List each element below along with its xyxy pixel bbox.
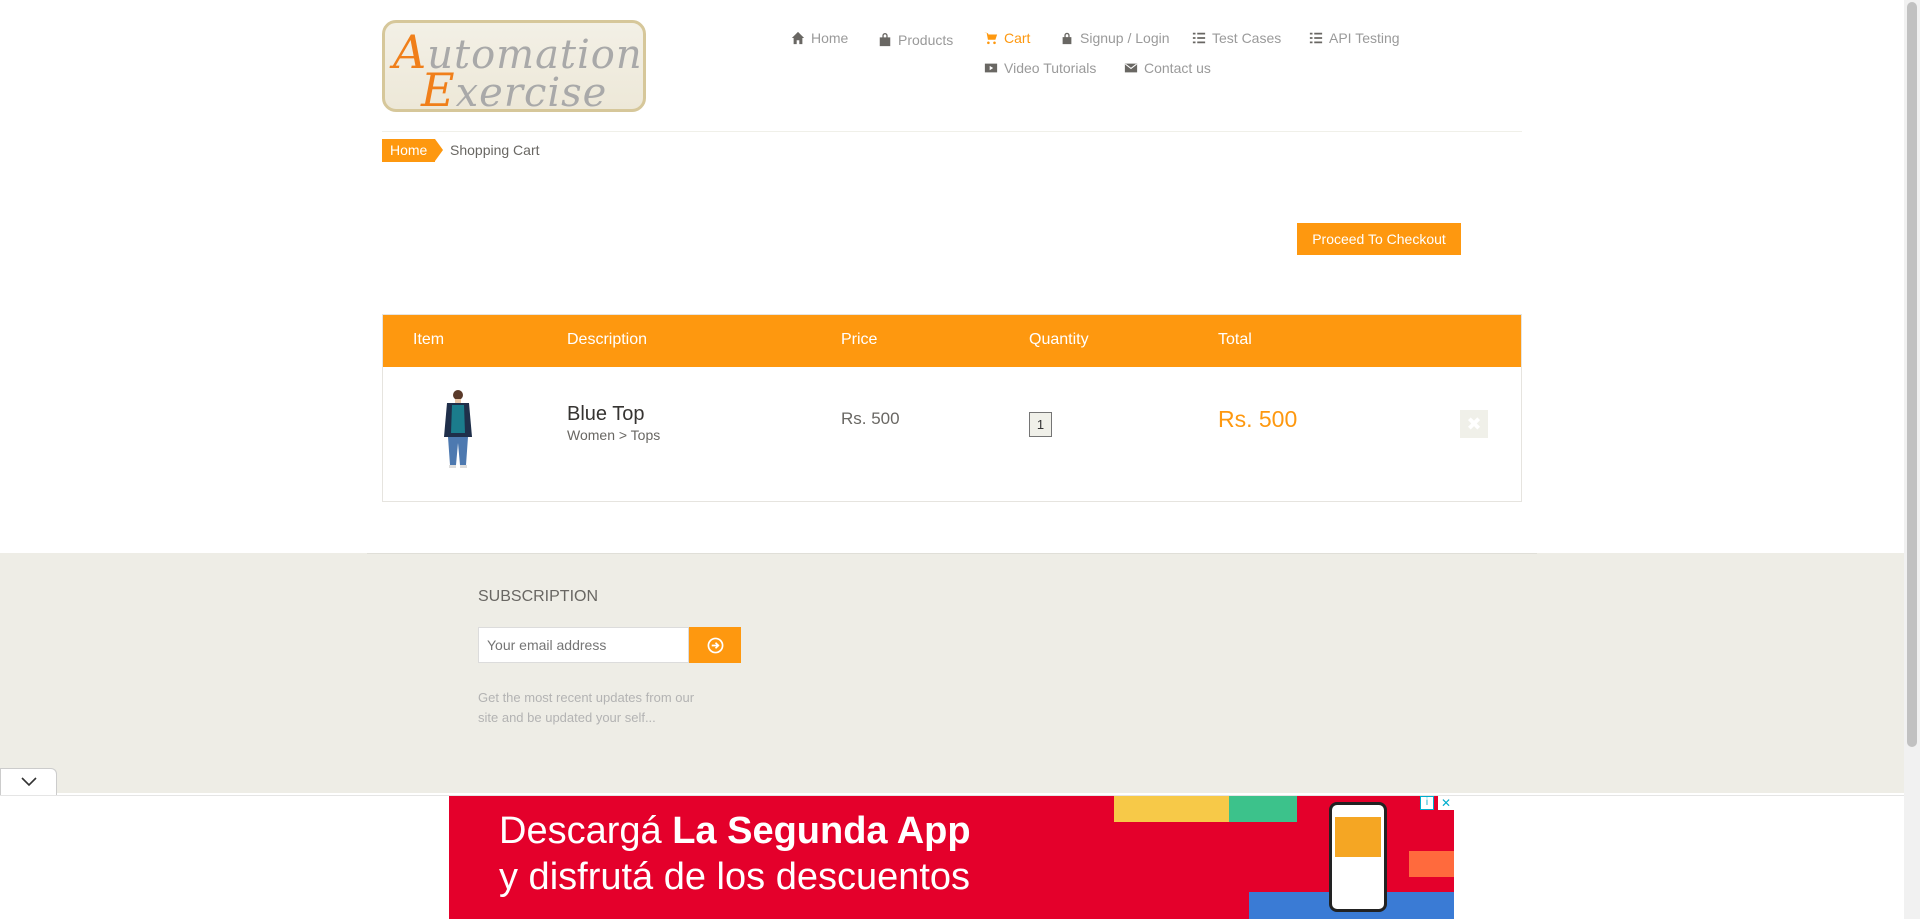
product-name[interactable]: Blue Top <box>567 403 644 426</box>
nav-signup-login[interactable]: Signup / Login <box>1060 30 1170 46</box>
ad-headline: Descargá La Segunda App <box>499 810 971 853</box>
nav-video-tutorials-label: Video Tutorials <box>1004 60 1097 76</box>
page: Automation Exercise Home Products Cart S… <box>0 0 1920 919</box>
ad-decor-green <box>1229 796 1297 822</box>
nav-test-cases-label: Test Cases <box>1212 30 1282 46</box>
breadcrumb-home[interactable]: Home <box>382 139 444 162</box>
header-item: Item <box>413 331 445 348</box>
youtube-icon <box>984 63 998 73</box>
close-icon: ✖ <box>1466 414 1482 434</box>
product-quantity: 1 <box>1029 412 1052 437</box>
envelope-icon <box>1124 63 1138 73</box>
nav-contact-us[interactable]: Contact us <box>1124 60 1211 76</box>
cart-icon <box>984 32 998 45</box>
nav-cart-label: Cart <box>1004 30 1031 46</box>
nav-api-testing-label: API Testing <box>1329 30 1400 46</box>
home-icon <box>791 31 805 45</box>
site-logo[interactable]: Automation Exercise <box>382 20 646 117</box>
product-image[interactable] <box>438 387 478 469</box>
nav-cart[interactable]: Cart <box>984 30 1030 46</box>
product-category: Women > Tops <box>567 427 661 443</box>
nav-contact-us-label: Contact us <box>1144 60 1211 76</box>
nav-products[interactable]: Products <box>878 32 953 48</box>
ad-decor-yellow <box>1114 796 1229 822</box>
ad-headline-prefix: Descargá <box>499 810 673 852</box>
arrow-circle-right-icon <box>707 637 723 653</box>
cart-table-header: Item Description Price Quantity Total <box>383 315 1521 367</box>
proceed-to-checkout-button[interactable]: Proceed To Checkout <box>1297 223 1461 255</box>
cart-table: Item Description Price Quantity Total Bl… <box>382 314 1522 502</box>
list-icon <box>1309 32 1323 44</box>
subscribe-button[interactable] <box>689 627 741 663</box>
subscription-text: Get the most recent updates from our sit… <box>478 690 695 725</box>
ad-headline-bold: La Segunda App <box>672 810 971 852</box>
header-quantity: Quantity <box>1029 331 1089 348</box>
header-total: Total <box>1218 331 1252 348</box>
header-price: Price <box>841 331 878 348</box>
header-description: Description <box>567 331 648 348</box>
product-total: Rs. 500 <box>1218 406 1298 432</box>
ad-close-button[interactable]: ✕ <box>1438 796 1454 810</box>
nav-home-label: Home <box>811 30 849 46</box>
nav-signup-login-label: Signup / Login <box>1080 30 1170 46</box>
ad-info-icon[interactable]: i <box>1420 796 1434 810</box>
nav-home[interactable]: Home <box>791 30 848 46</box>
page-scrollbar[interactable] <box>1904 0 1920 919</box>
header-divider <box>382 131 1522 132</box>
shopping-bag-icon <box>879 33 891 47</box>
ad-phone-image <box>1329 802 1387 912</box>
list-icon <box>1192 32 1206 44</box>
ad-banner[interactable]: Descargá La Segunda App y disfrutá de lo… <box>449 796 1454 919</box>
nav-api-testing[interactable]: API Testing <box>1309 30 1400 46</box>
footer <box>0 553 1904 793</box>
lock-icon <box>1062 32 1072 45</box>
scrollbar-thumb[interactable] <box>1907 2 1917 747</box>
subscription-title: SUBSCRIPTION <box>478 588 599 605</box>
ad-subline: y disfrutá de los descuentos <box>499 856 971 898</box>
logo-line2: Exercise <box>421 63 608 117</box>
nav-video-tutorials[interactable]: Video Tutorials <box>984 60 1096 76</box>
nav-test-cases[interactable]: Test Cases <box>1192 30 1281 46</box>
ad-collapse-toggle[interactable] <box>0 768 57 795</box>
nav-products-label: Products <box>898 32 954 48</box>
subscription-email-input[interactable] <box>478 627 689 663</box>
delete-item-button[interactable]: ✖ <box>1460 410 1488 438</box>
product-price: Rs. 500 <box>841 409 900 428</box>
chevron-down-icon <box>20 777 37 787</box>
ad-decor-orange <box>1409 851 1454 877</box>
footer-divider <box>367 553 1537 554</box>
breadcrumb-current: Shopping Cart <box>450 142 540 158</box>
